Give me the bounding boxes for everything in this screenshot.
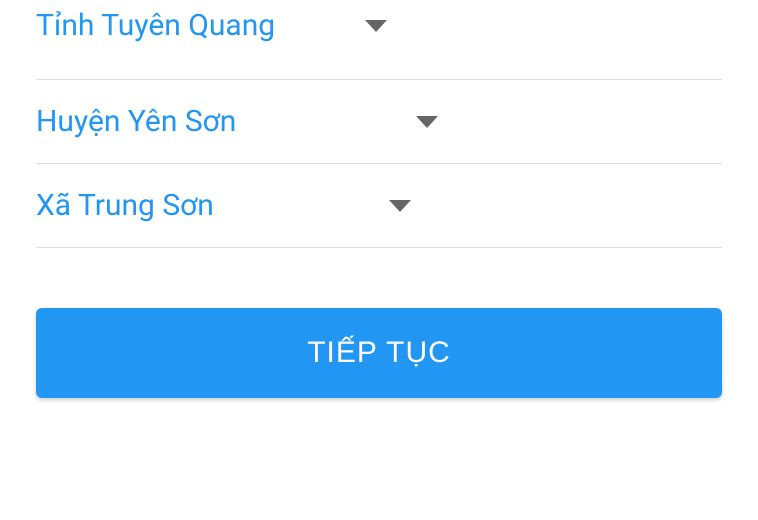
province-dropdown[interactable]: Tỉnh Tuyên Quang: [36, 0, 722, 80]
button-container: TIẾP TỤC: [36, 248, 722, 398]
district-value: Huyện Yên Sơn: [36, 104, 236, 139]
continue-button[interactable]: TIẾP TỤC: [36, 308, 722, 398]
district-dropdown[interactable]: Huyện Yên Sơn: [36, 80, 722, 164]
chevron-down-icon: [365, 20, 387, 32]
commune-value: Xã Trung Sơn: [36, 188, 214, 223]
commune-dropdown[interactable]: Xã Trung Sơn: [36, 164, 722, 248]
province-value: Tỉnh Tuyên Quang: [36, 8, 275, 43]
chevron-down-icon: [389, 200, 411, 212]
chevron-down-icon: [416, 116, 438, 128]
location-selector-form: Tỉnh Tuyên Quang Huyện Yên Sơn Xã Trung …: [0, 0, 758, 398]
